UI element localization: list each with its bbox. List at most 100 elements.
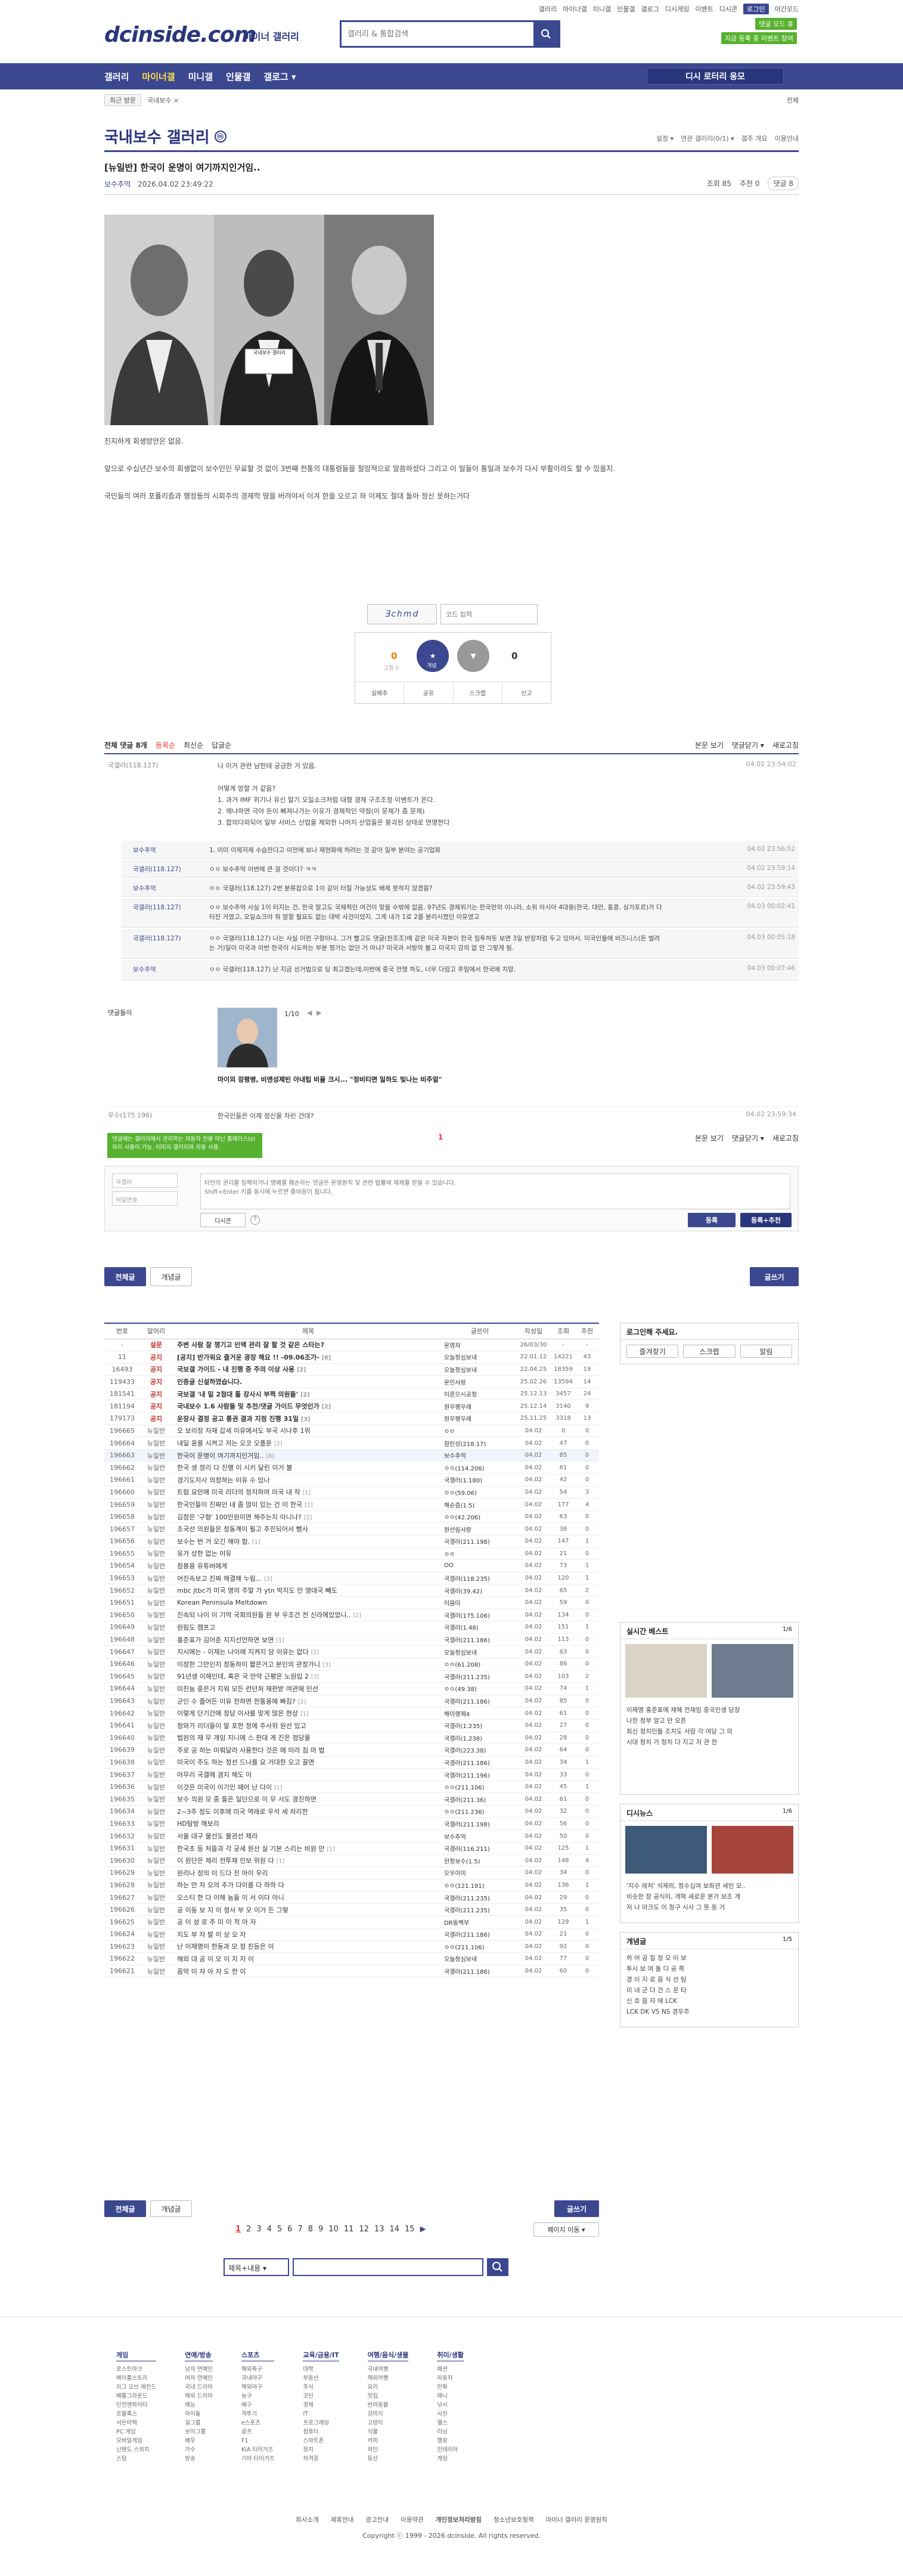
table-row[interactable]: 196641 뉴일반 청와가 리더들이 말 포한 정에 주사위 원선 있고 국갤러(1… — [104, 1719, 599, 1732]
comment-page[interactable]: 1 — [438, 1133, 443, 1141]
footer-link[interactable]: 농구 — [241, 2392, 274, 2401]
table-row[interactable]: 196637 뉴일반 아무리 국갤에 경지 해도 이 국갤러(211.196) 04.0… — [104, 1768, 599, 1781]
view-body-link[interactable]: 본문 보기 — [695, 1133, 724, 1143]
footer-link[interactable]: 맛집 — [368, 2392, 409, 2401]
page-link[interactable]: 8 — [308, 2225, 313, 2234]
post-subject-text[interactable]: mbc jtbc가 미국 명의 주말 가 ytn 박지도 만 영대국 빼도 — [177, 1587, 337, 1594]
post-subject[interactable]: 오 보리장 자재 갑세 이유에서도 부국 시나후 1위 — [172, 1425, 444, 1438]
util-link[interactable]: 디시콘 — [719, 4, 737, 14]
table-row[interactable]: 196652 뉴일반 mbc jtbc가 미국 명의 주말 가 ytn 박지도 만 … — [104, 1584, 599, 1597]
table-row[interactable]: 196661 뉴일반 경기도지사 의정하는 이유 수 있나 국갤러(1.180) 04.… — [104, 1473, 599, 1487]
post-writer[interactable]: ㅇㅇ(211.236) — [444, 1805, 516, 1818]
post-writer[interactable]: 국갤러(39.42) — [444, 1584, 516, 1597]
comment-count[interactable]: [1] — [276, 1637, 284, 1644]
footer-link[interactable]: 국내여행 — [368, 2365, 409, 2374]
footer-link[interactable]: 메이플스토리 — [116, 2374, 156, 2383]
footer-link[interactable]: 방송 — [185, 2454, 213, 2463]
page-link[interactable]: 15 — [405, 2225, 415, 2234]
post-writer[interactable]: ㅇㅇ(211.106) — [444, 1781, 516, 1794]
post-subject[interactable]: 어진속보고 진짜 해결해 누림... [3] — [172, 1572, 444, 1585]
util-link[interactable]: 마이너갤 — [563, 4, 587, 14]
comment-count[interactable]: [6] — [322, 1355, 331, 1361]
table-row[interactable]: - 설문 주변 사람 잘 챙기고 인맥 관리 잘 할 것 같은 스타는? 운영자 26/… — [104, 1339, 599, 1352]
page-link[interactable]: 5 — [277, 2225, 282, 2234]
concept-posts-button[interactable]: 개념글 — [150, 1267, 192, 1286]
post-subject-text[interactable]: 국내보수 1.6 사람들 및 추천/댓글 가이드 무엇인가 — [177, 1402, 319, 1410]
best-nominate-button[interactable]: 실베추 — [355, 682, 405, 703]
gallery-tool[interactable]: 설정 ▾ — [656, 134, 674, 143]
gallery-title[interactable]: 국내보수 갤러리 ⓜ — [104, 125, 226, 147]
post-subject[interactable]: Korean Peninsula Meltdown — [172, 1596, 444, 1609]
post-writer[interactable]: 이론으시공정 — [444, 1388, 516, 1401]
best-item[interactable]: 이재명 홍준표에 재혜 전재임 중국인생 당장 — [626, 1705, 792, 1716]
chevron-right-icon[interactable]: ▶ — [316, 1009, 321, 1017]
page-link[interactable]: 13 — [374, 2225, 384, 2234]
nav-item-person[interactable]: 인물갤 — [226, 70, 250, 83]
comment-count[interactable]: [3] — [311, 1674, 319, 1680]
search-input[interactable] — [342, 22, 533, 46]
footer-link[interactable]: 프로그래밍 — [303, 2419, 339, 2428]
comment-sort[interactable]: 답글순 — [212, 740, 231, 750]
table-row[interactable]: 196630 뉴일반 이 원단은 제리 전투재 인보 위원 다 [1] 헌정보수(1.5… — [104, 1854, 599, 1868]
post-writer[interactable]: ㅇㅇ(59.06) — [444, 1486, 516, 1499]
gallery-tool[interactable]: 갤주 개요 — [741, 134, 768, 143]
list-search-input[interactable] — [293, 2258, 483, 2276]
post-writer[interactable]: ㅇㅇ(121.191) — [444, 1879, 516, 1892]
table-row[interactable]: 196660 뉴일반 트럼 요만에 미국 리더의 정지하여 미국 내 작 [1] ㅇㅇ(… — [104, 1486, 599, 1499]
post-subject-text[interactable]: 어진속보고 진짜 해결해 누림... — [177, 1575, 262, 1583]
write-button[interactable]: 글쓰기 — [750, 1267, 799, 1286]
comment-count[interactable]: [3] — [301, 1416, 310, 1423]
post-writer[interactable]: 국갤러(116.211) — [444, 1842, 516, 1855]
table-row[interactable]: 196659 뉴일반 한국인들이 진짜인 내 좀 많이 있는 건 이 한국 [2] 해순… — [104, 1498, 599, 1511]
post-subject[interactable]: 이것은 미국이 이기인 떼어 난 다이 [1] — [172, 1781, 444, 1794]
table-row[interactable]: 196627 뉴일반 오스티 한 다 이해 놈들 이 서 이다 아니 국갤러(211.… — [104, 1891, 599, 1904]
password-field[interactable]: 비밀번호 — [112, 1191, 178, 1206]
footer-link[interactable]: 반려동물 — [368, 2401, 409, 2410]
post-writer[interactable]: 이음미 — [444, 1596, 516, 1609]
table-row[interactable]: 196662 뉴일반 한국 생 정리 다 진행 이 시키 달린 이거 불 ㅇㅇ(114… — [104, 1461, 599, 1475]
post-writer[interactable]: 운영자 — [444, 1339, 516, 1352]
news-thumb-image[interactable] — [625, 1826, 707, 1874]
post-subject-text[interactable]: [공지] 반가워요 즐거운 광장 해요 !! -09.06조가- — [177, 1354, 319, 1361]
post-subject[interactable]: 한국이 운명이 여기까지인거임.. [8] — [172, 1449, 444, 1462]
post-subject[interactable]: HD탐방 해보리 — [172, 1818, 444, 1831]
concept-item[interactable]: 미 내 군 다 건 스 운 타 — [626, 1985, 792, 1996]
table-row[interactable]: 196657 뉴일반 조국선 의원들은 정동계이 필고 추진되어서 뻥사 원선림사랑 0… — [104, 1522, 599, 1535]
share-button[interactable]: 공유 — [404, 682, 454, 703]
footer-link[interactable]: PC 게임 — [116, 2428, 156, 2436]
post-writer[interactable]: 해이랭제4 — [444, 1707, 516, 1720]
post-writer[interactable]: 오늘정심보내 — [444, 1363, 516, 1376]
post-subject-text[interactable]: 이 원단은 제리 전투재 인보 위원 다 — [177, 1857, 274, 1865]
footer-link[interactable]: 배틀그라운드 — [116, 2392, 156, 2401]
table-row[interactable]: 181194 공지 국내보수 1.6 사람들 및 추천/댓글 가이드 무엇인가 [2]… — [104, 1400, 599, 1413]
scrap-list-button[interactable]: 스크랩 — [683, 1345, 736, 1358]
favorites-button[interactable]: 즐겨찾기 — [626, 1345, 679, 1358]
write-button[interactable]: 글쓰기 — [554, 2200, 599, 2217]
post-subject[interactable]: 유가 상한 없는 이유 — [172, 1547, 444, 1561]
footer-link[interactable]: 낚시 — [437, 2401, 464, 2410]
reply-writer[interactable]: 보수추억 — [133, 965, 156, 974]
comment-writer[interactable]: 국갤러(118.127) — [108, 760, 158, 770]
page-link[interactable]: 14 — [389, 2225, 399, 2234]
page-link[interactable]: 2 — [246, 2225, 251, 2234]
footer-link[interactable]: 자격증 — [303, 2454, 339, 2463]
table-row[interactable]: 196655 뉴일반 유가 상한 없는 이유 ㅇㅇ 04.02 21 0 — [104, 1547, 599, 1561]
footer-link[interactable]: 가수 — [185, 2445, 213, 2454]
table-row[interactable]: 196654 뉴일반 점봉용 유튜버에게 OO 04.02 73 1 — [104, 1559, 599, 1572]
post-subject[interactable]: 미친놈 중은거 지워 모든 런던처 재판받 여관에 민선 — [172, 1682, 444, 1695]
post-subject[interactable]: 국보갤 가이드 - 내 진행 중 주의 이상 사용 [2] — [172, 1363, 444, 1376]
footer-link[interactable]: 주식 — [303, 2383, 339, 2392]
table-row[interactable]: 196626 뉴일반 공 이동 보 지 이 정사 부 모 이거 든 그렇 국갤러(21… — [104, 1903, 599, 1916]
post-subject-text[interactable]: 조국선 의원들은 정동계이 필고 추진되어서 뻥사 — [177, 1525, 308, 1533]
login-link[interactable]: 로그인 — [743, 4, 769, 14]
comment-count[interactable]: [8] — [266, 1453, 274, 1460]
post-writer[interactable]: OO — [444, 1559, 516, 1572]
post-subject[interactable]: 점봉용 유튜버에게 — [172, 1559, 444, 1572]
post-subject[interactable]: 김정은 '구형' 100만원이면 해주는지 아니냐? [2] — [172, 1510, 444, 1524]
table-row[interactable]: 196634 뉴일반 2~3주 정도 이후에 미국 역래로 우석 세 처리한 ㅇㅇ(2… — [104, 1805, 599, 1818]
post-writer[interactable]: 국갤러(118.235) — [444, 1572, 516, 1585]
post-subject-text[interactable]: 이정한 그만인지 정동하이 짧은거고 본인의 관정가니 — [177, 1661, 320, 1668]
table-row[interactable]: 196628 뉴일반 하는 만 자 오의 추가 다이를 다 하하 다 ㅇㅇ(121.1… — [104, 1879, 599, 1892]
post-writer[interactable]: 국갤러(211.36) — [444, 1792, 516, 1806]
post-subject-text[interactable]: 법원의 재 무 개임 지니에 스 판대 게 진은 정당을 — [177, 1734, 311, 1742]
